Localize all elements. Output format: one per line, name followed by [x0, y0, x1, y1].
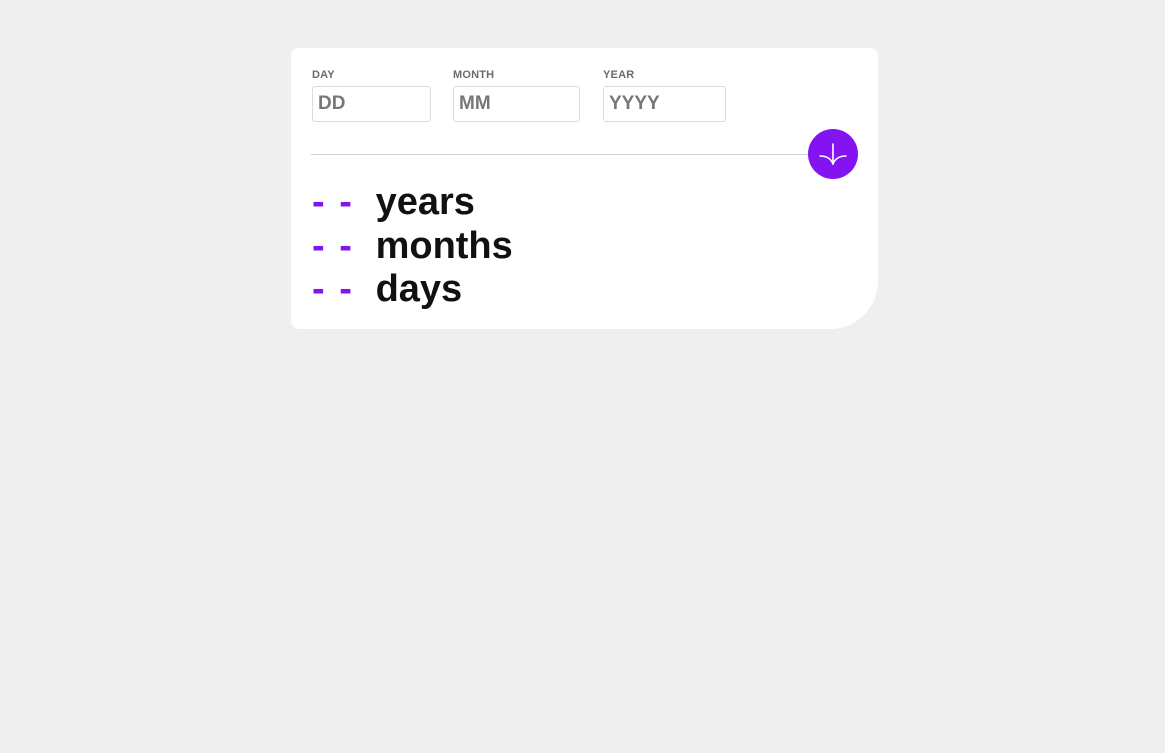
age-calculator-card: DAY MONTH YEAR - - years - - months - - …: [291, 48, 878, 329]
result-years: - - years: [312, 181, 513, 225]
result-months: - - months: [312, 225, 513, 269]
month-input[interactable]: [453, 86, 580, 122]
month-field-group: MONTH: [453, 68, 580, 122]
years-unit: years: [375, 181, 475, 223]
submit-button[interactable]: [808, 129, 858, 179]
result-days: - - days: [312, 268, 513, 312]
months-value: - -: [312, 224, 354, 267]
arrow-down-icon: [819, 143, 847, 165]
year-input[interactable]: [603, 86, 726, 122]
divider: [311, 154, 811, 155]
results: - - years - - months - - days: [312, 181, 513, 312]
days-unit: days: [375, 268, 463, 310]
month-label: MONTH: [453, 69, 495, 81]
year-label: YEAR: [603, 69, 635, 81]
days-value: - -: [312, 268, 354, 310]
year-field-group: YEAR: [603, 68, 726, 122]
years-value: - -: [312, 181, 354, 223]
months-unit: months: [375, 224, 513, 267]
day-field-group: DAY: [312, 68, 431, 122]
day-input[interactable]: [312, 86, 431, 122]
day-label: DAY: [312, 69, 335, 81]
